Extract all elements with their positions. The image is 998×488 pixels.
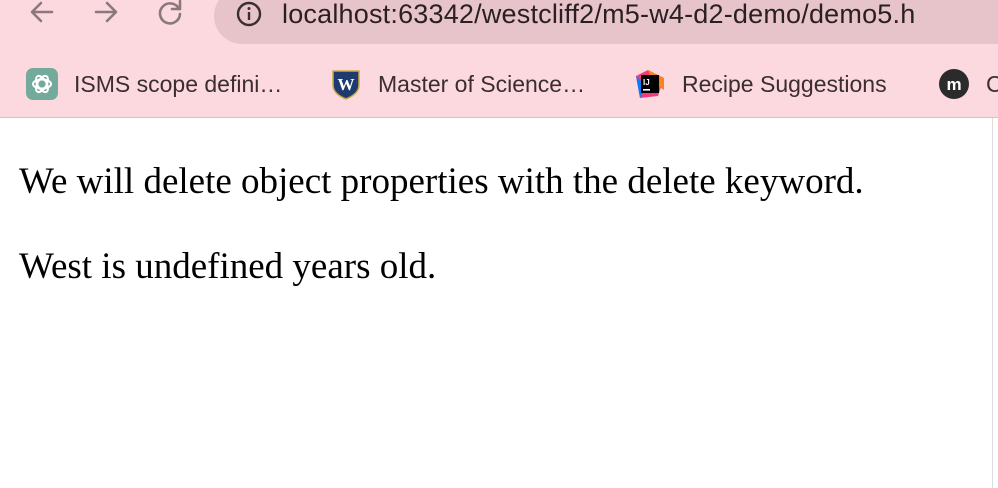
svg-text:IJ: IJ	[643, 78, 650, 87]
m-logo-icon: m	[938, 68, 970, 100]
reload-icon	[158, 0, 182, 25]
scrollbar-track[interactable]	[992, 118, 998, 488]
back-button[interactable]	[22, 0, 62, 30]
bookmark-m-site[interactable]: m C	[938, 64, 998, 104]
bookmark-label: ISMS scope defini…	[74, 70, 283, 97]
browser-toolbar: localhost:63342/westcliff2/m5-w4-d2-demo…	[0, 0, 998, 118]
westcliff-shield-icon: W	[330, 68, 362, 100]
bookmark-label: Recipe Suggestions	[682, 70, 887, 97]
url-text[interactable]: localhost:63342/westcliff2/m5-w4-d2-demo…	[282, 0, 915, 30]
bookmark-label: C	[986, 71, 998, 98]
bookmark-isms-scope[interactable]: ISMS scope defini…	[26, 64, 282, 104]
page-content: We will delete object properties with th…	[0, 118, 992, 488]
jetbrains-icon: IJ	[634, 68, 666, 100]
bookmark-recipe-suggestions[interactable]: IJ Recipe Suggestions	[634, 64, 887, 104]
forward-button[interactable]	[86, 0, 126, 30]
arrow-right-icon	[94, 1, 118, 23]
address-bar[interactable]: localhost:63342/westcliff2/m5-w4-d2-demo…	[214, 0, 998, 44]
info-icon[interactable]	[236, 1, 262, 27]
bookmark-master-of-science[interactable]: W Master of Science…	[330, 64, 585, 104]
chatgpt-icon	[26, 68, 58, 100]
bookmark-label: Master of Science…	[378, 70, 586, 97]
arrow-left-icon	[30, 1, 54, 23]
svg-text:W: W	[338, 75, 355, 94]
reload-button[interactable]	[150, 0, 190, 30]
svg-text:m: m	[946, 75, 961, 94]
paragraph-age-output: West is undefined years old.	[19, 246, 437, 287]
paragraph-delete-keyword: We will delete object properties with th…	[19, 161, 864, 202]
